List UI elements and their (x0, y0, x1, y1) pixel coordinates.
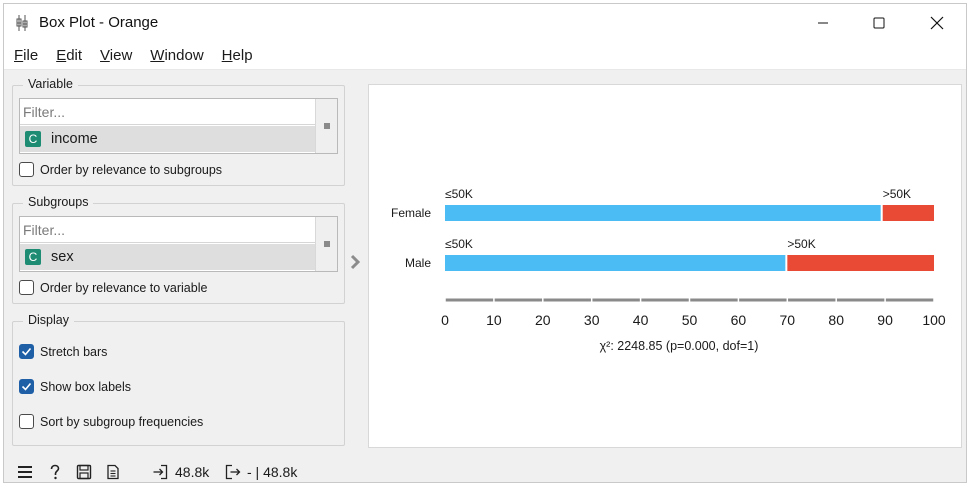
menu-bar: File Edit View Window Help (4, 42, 966, 70)
stretch-bars-checkbox[interactable]: Stretch bars (19, 344, 107, 359)
scrollbar-thumb[interactable] (324, 241, 330, 247)
checkbox-box[interactable] (19, 344, 34, 359)
title-bar: Box Plot - Orange (4, 4, 966, 42)
checkmark-icon (21, 347, 32, 356)
checkbox-box[interactable] (19, 162, 34, 177)
app-window: Box Plot - Orange File Edit View Window … (3, 3, 967, 483)
chi-square-stat: χ²: 2248.85 (p=0.000, dof=1) (600, 339, 759, 353)
subgroups-filter-input[interactable] (20, 217, 316, 243)
bar-segment (445, 205, 881, 221)
subgroup-item-label: sex (51, 249, 74, 265)
bars-layer: Female ≤50K >50K Male ≤50K >50K (391, 187, 934, 271)
tick-label: 60 (731, 312, 747, 328)
close-button[interactable] (908, 4, 966, 42)
save-icon[interactable] (76, 464, 92, 480)
plot-area: Female ≤50K >50K Male ≤50K >50K 0 10 20 30 40 50 60… (368, 84, 962, 448)
categorical-variable-icon: C (25, 131, 41, 147)
checkbox-label: Show box labels (40, 379, 132, 394)
subgroups-group-title: Subgroups (23, 195, 94, 209)
category-label: Male (405, 256, 431, 270)
tick-label: 20 (535, 312, 551, 328)
minimize-icon (818, 22, 828, 24)
variable-group: Variable C income Order by relevance to … (12, 77, 345, 186)
menu-help[interactable]: Help (213, 42, 262, 69)
variable-group-title: Variable (23, 77, 78, 91)
bar-segment (787, 255, 934, 271)
orange-boxplot-app-icon (16, 15, 28, 31)
order-by-relevance-to-subgroups-checkbox[interactable]: Order by relevance to subgroups (19, 162, 222, 177)
scrollbar-thumb[interactable] (324, 123, 330, 129)
menu-window[interactable]: Window (141, 42, 212, 69)
menu-file[interactable]: File (4, 42, 47, 69)
variable-list-scrollbar[interactable] (315, 99, 337, 153)
tick-label: 80 (828, 312, 844, 328)
maximize-button[interactable] (850, 4, 908, 42)
bar-segment (445, 255, 786, 271)
subgroup-list-item[interactable]: C sex (20, 244, 316, 270)
display-group-title: Display (23, 313, 74, 327)
order-by-relevance-to-variable-checkbox[interactable]: Order by relevance to variable (19, 280, 207, 295)
categorical-variable-icon: C (25, 249, 41, 265)
box-label: >50K (787, 237, 815, 251)
subgroups-group: Subgroups C sex Order by relevance to va… (12, 195, 345, 304)
variable-listbox[interactable]: C income (19, 98, 338, 154)
sort-by-subgroup-frequencies-checkbox[interactable]: Sort by subgroup frequencies (19, 414, 203, 429)
maximize-icon (873, 17, 885, 29)
collapse-panel-chevron-icon[interactable] (348, 254, 362, 270)
tick-label: 0 (441, 312, 449, 328)
subgroups-list-scrollbar[interactable] (315, 217, 337, 271)
display-group: Display Stretch bars Show box labels Sor… (12, 313, 345, 446)
menu-view[interactable]: View (91, 42, 141, 69)
tick-label: 90 (877, 312, 893, 328)
variable-item-label: income (51, 131, 98, 147)
checkbox-box[interactable] (19, 414, 34, 429)
variable-filter-input[interactable] (20, 99, 316, 125)
report-document-icon[interactable] (105, 464, 121, 480)
tick-label: 40 (633, 312, 649, 328)
minimize-button[interactable] (794, 4, 852, 42)
box-label: >50K (883, 187, 911, 201)
input-count: 48.8k (175, 464, 210, 480)
tick-label: 10 (486, 312, 502, 328)
variable-list-item[interactable]: C income (20, 126, 316, 152)
checkbox-label: Order by relevance to variable (40, 280, 208, 295)
subgroups-listbox[interactable]: C sex (19, 216, 338, 272)
bar-segment (882, 205, 934, 221)
stacked-bar-chart: Female ≤50K >50K Male ≤50K >50K 0 10 20 30 40 50 60… (391, 187, 946, 353)
tick-label: 70 (780, 312, 796, 328)
tick-label: 100 (922, 312, 946, 328)
status-bar: 48.8k - | 48.8k (4, 458, 966, 482)
input-data-icon (153, 464, 168, 480)
menu-hamburger-icon[interactable] (17, 464, 33, 480)
category-label: Female (391, 206, 431, 220)
box-label: ≤50K (445, 237, 473, 251)
close-icon (930, 16, 944, 30)
output-count: - | 48.8k (247, 464, 298, 480)
output-data-icon (225, 464, 241, 480)
menu-edit[interactable]: Edit (47, 42, 91, 69)
show-box-labels-checkbox[interactable]: Show box labels (19, 379, 131, 394)
checkbox-box[interactable] (19, 280, 34, 295)
checkbox-label: Stretch bars (40, 344, 108, 359)
checkmark-icon (21, 382, 32, 391)
x-axis: 0 10 20 30 40 50 60 70 80 90 100 (441, 298, 946, 328)
checkbox-label: Sort by subgroup frequencies (40, 414, 204, 429)
checkbox-box[interactable] (19, 379, 34, 394)
box-label: ≤50K (445, 187, 473, 201)
help-icon[interactable] (47, 464, 63, 480)
tick-label: 50 (682, 312, 698, 328)
checkbox-label: Order by relevance to subgroups (40, 162, 223, 177)
tick-label: 30 (584, 312, 600, 328)
window-title: Box Plot - Orange (39, 14, 159, 31)
